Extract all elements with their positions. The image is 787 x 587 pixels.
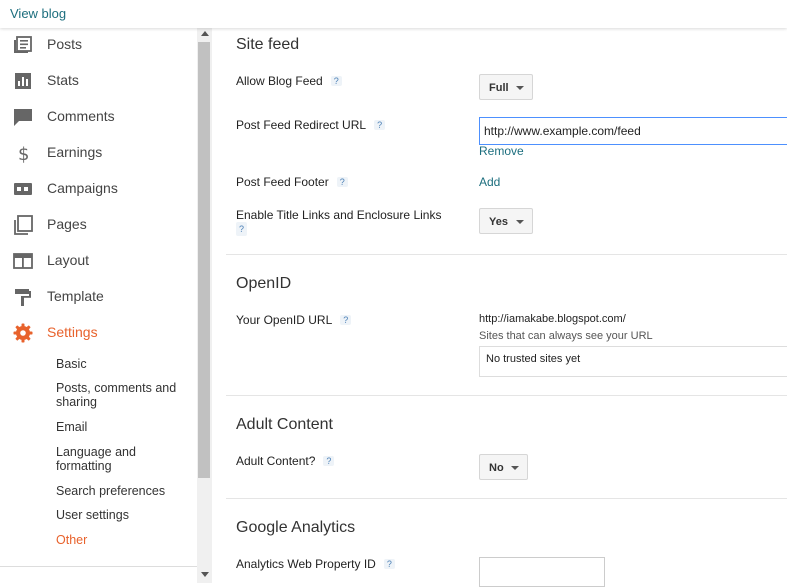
chevron-down-icon <box>511 466 519 470</box>
redirect-url-input[interactable]: http://www.example.com/feed <box>479 117 787 145</box>
scroll-thumb[interactable] <box>198 42 210 478</box>
scroll-down-arrow-icon[interactable] <box>201 572 209 577</box>
posts-icon <box>14 36 32 53</box>
gear-icon <box>13 323 33 343</box>
help-icon[interactable]: ? <box>236 222 248 236</box>
title-links-dropdown[interactable]: Yes <box>479 208 533 234</box>
layout-icon <box>13 253 33 269</box>
settings-sub-user-settings[interactable]: User settings <box>56 508 191 522</box>
sidebar-item-stats[interactable]: Stats <box>0 67 197 97</box>
settings-sub-email[interactable]: Email <box>56 420 191 434</box>
adult-content-label-text: Adult Content? <box>236 454 316 468</box>
feed-footer-label: Post Feed Footer? <box>236 175 348 189</box>
sidebar-item-template[interactable]: Template <box>0 283 197 313</box>
campaigns-icon <box>14 183 32 195</box>
chevron-down-icon <box>516 86 524 90</box>
stats-icon <box>15 73 31 89</box>
help-icon[interactable]: ? <box>336 177 348 187</box>
settings-sub-posts-comments-sharing[interactable]: Posts, comments and sharing <box>56 381 191 409</box>
section-divider <box>226 498 787 499</box>
settings-sub-language-formatting[interactable]: Language and formatting <box>56 445 191 473</box>
scroll-up-arrow-icon[interactable] <box>201 31 209 36</box>
settings-sub-search-preferences[interactable]: Search preferences <box>56 484 191 498</box>
trusted-sites-note: Sites that can always see your URL <box>479 330 653 342</box>
analytics-id-label-text: Analytics Web Property ID <box>236 557 376 571</box>
sidebar-item-posts[interactable]: Posts <box>0 31 197 61</box>
adult-content-label: Adult Content?? <box>236 454 335 468</box>
settings-sub-basic[interactable]: Basic <box>56 357 191 371</box>
title-links-label-text: Enable Title Links and Enclosure Links <box>236 208 442 222</box>
openid-url-label: Your OpenID URL? <box>236 313 352 327</box>
allow-blog-feed-label-text: Allow Blog Feed <box>236 74 323 88</box>
title-links-label: Enable Title Links and Enclosure Links? <box>236 208 461 236</box>
trusted-sites-box: No trusted sites yet <box>479 346 787 377</box>
help-icon[interactable]: ? <box>323 456 335 466</box>
sidebar-item-campaigns[interactable]: Campaigns <box>0 175 197 205</box>
sidebar-item-label: Comments <box>47 108 115 124</box>
sidebar-item-comments[interactable]: Comments <box>0 103 197 133</box>
paint-roller-icon <box>15 289 31 306</box>
adult-content-title: Adult Content <box>236 416 333 433</box>
view-blog-link[interactable]: View blog <box>10 6 66 21</box>
help-icon[interactable]: ? <box>374 120 386 130</box>
openid-url-label-text: Your OpenID URL <box>236 313 333 327</box>
sidebar-scrollbar[interactable] <box>197 28 212 583</box>
pages-icon <box>14 215 33 235</box>
adult-content-dropdown[interactable]: No <box>479 454 528 480</box>
sidebar-item-label: Layout <box>47 252 90 268</box>
help-icon[interactable]: ? <box>330 76 342 86</box>
sidebar-item-label: Stats <box>47 72 79 88</box>
sidebar-item-label: Campaigns <box>47 180 118 196</box>
redirect-url-label: Post Feed Redirect URL? <box>236 118 386 132</box>
top-bar: View blog <box>0 0 787 28</box>
feed-footer-label-text: Post Feed Footer <box>236 175 329 189</box>
dropdown-value: Yes <box>489 216 508 228</box>
dollar-icon: $ <box>18 144 29 163</box>
settings-main-panel: Site feed Allow Blog Feed? Full Post Fee… <box>212 28 787 587</box>
sidebar-divider <box>0 566 197 567</box>
svg-text:$: $ <box>18 144 29 163</box>
sidebar-item-pages[interactable]: Pages <box>0 211 197 241</box>
help-icon[interactable]: ? <box>340 315 352 325</box>
dropdown-value: No <box>489 462 504 474</box>
dropdown-value: Full <box>489 82 509 94</box>
openid-url-value: http://iamakabe.blogspot.com/ <box>479 313 626 325</box>
chevron-down-icon <box>516 220 524 224</box>
openid-title: OpenID <box>236 275 292 292</box>
sidebar-item-label: Template <box>47 288 104 304</box>
sidebar-item-earnings[interactable]: $ Earnings <box>0 139 197 169</box>
redirect-url-label-text: Post Feed Redirect URL <box>236 118 367 132</box>
sidebar-item-label: Earnings <box>47 144 103 160</box>
allow-blog-feed-label: Allow Blog Feed? <box>236 74 342 88</box>
sidebar-item-label: Pages <box>47 216 87 232</box>
section-divider <box>226 395 787 396</box>
comments-icon <box>14 109 32 126</box>
remove-redirect-link[interactable]: Remove <box>479 144 524 158</box>
sidebar-item-label: Posts <box>47 36 83 52</box>
sidebar: Posts Stats Comments $ Earnings Campaign… <box>0 28 197 583</box>
analytics-id-label: Analytics Web Property ID? <box>236 557 395 571</box>
no-trusted-sites-text: No trusted sites yet <box>486 353 581 365</box>
site-feed-title: Site feed <box>236 36 300 53</box>
settings-sub-other[interactable]: Other <box>56 533 191 547</box>
google-analytics-title: Google Analytics <box>236 519 356 536</box>
sidebar-item-label: Settings <box>47 324 98 340</box>
allow-blog-feed-dropdown[interactable]: Full <box>479 74 533 100</box>
section-divider <box>226 254 787 255</box>
add-feed-footer-link[interactable]: Add <box>479 175 500 189</box>
help-icon[interactable]: ? <box>383 559 395 569</box>
sidebar-item-settings[interactable]: Settings <box>0 319 197 349</box>
sidebar-item-layout[interactable]: Layout <box>0 247 197 277</box>
